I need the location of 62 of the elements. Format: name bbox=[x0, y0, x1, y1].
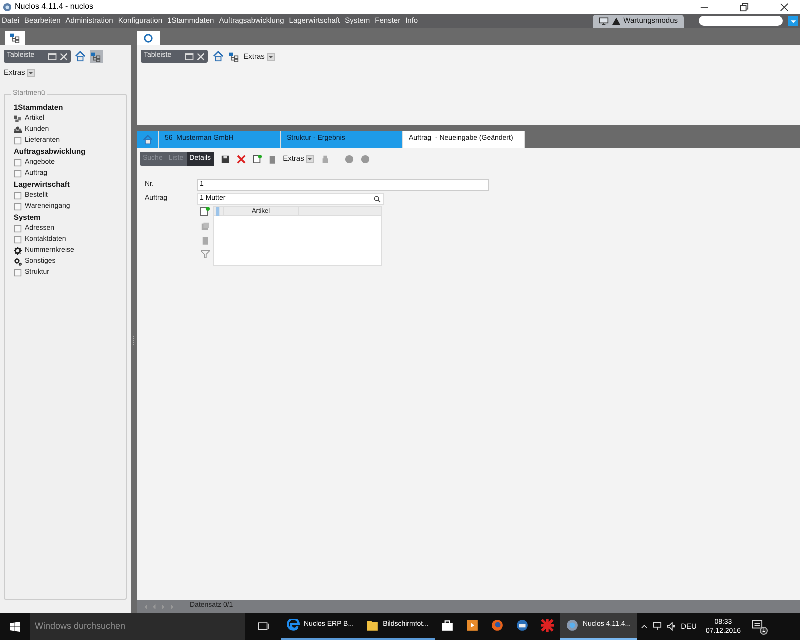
home-tab[interactable] bbox=[137, 131, 159, 148]
view-tab[interactable] bbox=[137, 31, 160, 45]
info-icon[interactable] bbox=[345, 154, 354, 164]
nuclos-icon bbox=[566, 619, 579, 632]
view-tab[interactable] bbox=[5, 31, 25, 45]
filter-icon[interactable] bbox=[200, 250, 210, 259]
dropdown-button[interactable] bbox=[788, 16, 798, 26]
home-icon bbox=[142, 134, 152, 144]
square-icon bbox=[14, 192, 22, 200]
close-icon bbox=[196, 52, 205, 60]
square-icon bbox=[14, 224, 22, 233]
gear-icon bbox=[14, 246, 22, 255]
taskbar-search-field[interactable]: Windows durchsuchen bbox=[30, 613, 245, 640]
tree-button[interactable] bbox=[90, 50, 103, 63]
close-icon bbox=[60, 52, 68, 60]
square-icon bbox=[14, 170, 22, 178]
search-field[interactable] bbox=[699, 16, 783, 26]
store-icon bbox=[440, 619, 454, 632]
delete-icon[interactable] bbox=[237, 154, 246, 164]
window-icon bbox=[48, 52, 57, 60]
monitor-icon bbox=[598, 16, 609, 26]
people-icon bbox=[14, 126, 22, 134]
new-document-icon[interactable] bbox=[200, 207, 210, 217]
help-icon[interactable] bbox=[361, 154, 370, 164]
windows-logo-icon[interactable] bbox=[10, 622, 20, 632]
task-view-icon[interactable] bbox=[257, 622, 269, 631]
bin-icon[interactable] bbox=[269, 154, 276, 164]
splitter-handle[interactable] bbox=[133, 336, 135, 346]
home-icon[interactable] bbox=[74, 51, 86, 62]
caret-icon bbox=[268, 54, 274, 60]
tree-icon bbox=[91, 52, 102, 62]
caret-icon bbox=[790, 18, 796, 24]
square-icon bbox=[14, 158, 22, 167]
square-icon bbox=[14, 136, 22, 145]
new-document-icon[interactable] bbox=[253, 154, 262, 164]
caret-icon bbox=[28, 70, 34, 76]
tree-icon bbox=[10, 33, 20, 43]
restore-icon[interactable] bbox=[740, 2, 749, 12]
network-icon[interactable] bbox=[653, 622, 662, 631]
square-icon bbox=[14, 236, 22, 244]
tree-icon[interactable] bbox=[228, 52, 239, 62]
warning-icon bbox=[612, 16, 621, 26]
blocks-icon bbox=[14, 114, 22, 123]
square-icon bbox=[14, 268, 22, 277]
circle-icon bbox=[144, 34, 153, 42]
folder-icon bbox=[366, 619, 380, 632]
notification-icon bbox=[752, 620, 763, 630]
search-icon[interactable] bbox=[374, 196, 381, 202]
muted-speaker-icon[interactable] bbox=[667, 622, 676, 631]
app-icon bbox=[3, 2, 12, 12]
square-icon bbox=[14, 202, 22, 211]
gears-icon bbox=[14, 258, 22, 266]
window-title: Nuclos 4.11.4 - nuclos bbox=[15, 1, 94, 13]
save-icon[interactable] bbox=[221, 154, 230, 164]
close-icon[interactable] bbox=[780, 2, 789, 12]
window-icon bbox=[184, 52, 194, 60]
media-icon bbox=[466, 619, 479, 632]
caret-icon bbox=[307, 156, 314, 162]
home-icon[interactable] bbox=[212, 51, 224, 62]
edge-icon bbox=[287, 619, 300, 632]
firefox-icon bbox=[490, 619, 504, 632]
chevron-up-icon[interactable] bbox=[641, 623, 648, 630]
